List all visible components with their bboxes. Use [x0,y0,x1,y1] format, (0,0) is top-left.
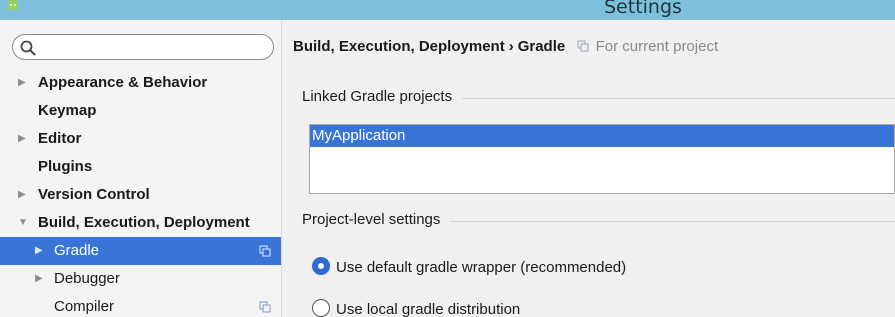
settings-content-panel: Build, Execution, Deployment › Gradle For … [283,20,895,317]
settings-sidebar: ▶ Appearance & Behavior Keymap ▶ Editor … [0,20,282,317]
linked-projects-list[interactable]: MyApplication [309,124,895,194]
expand-arrow-icon[interactable]: ▶ [35,265,43,293]
sidebar-item-label: Gradle [54,242,100,259]
expand-arrow-icon[interactable]: ▶ [18,69,26,97]
scope-label: For current project [595,38,719,55]
default-wrapper-radio[interactable] [312,257,330,275]
sidebar-item-label: Version Control [38,186,150,203]
project-scope-icon [259,301,271,313]
sidebar-item-plugins[interactable]: Plugins [0,153,281,181]
local-distribution-label[interactable]: Use local gradle distribution [336,301,520,317]
local-distribution-radio[interactable] [312,299,330,317]
sidebar-item-label: Plugins [38,158,93,175]
default-wrapper-option[interactable]: Use default gradle wrapper (recommended) [312,257,626,276]
sidebar-item-build-execution-deployment[interactable]: ▼ Build, Execution, Deployment [0,209,281,237]
sidebar-item-label: Debugger [54,270,120,287]
sidebar-item-appearance-behavior[interactable]: ▶ Appearance & Behavior [0,69,281,97]
sidebar-item-label: Editor [38,130,82,147]
sidebar-item-version-control[interactable]: ▶ Version Control [0,181,281,209]
window-title: Settings [604,0,682,18]
title-bar: Settings [0,0,895,20]
sidebar-item-compiler[interactable]: Compiler [0,293,281,317]
android-icon [8,0,18,10]
project-scope-icon [577,40,589,52]
expand-arrow-icon[interactable]: ▶ [18,125,26,153]
breadcrumb-current: Gradle [517,38,566,55]
local-distribution-option[interactable]: Use local gradle distribution [312,299,520,317]
project-scope-icon [259,245,271,257]
search-input[interactable] [12,34,274,60]
sidebar-item-label: Build, Execution, Deployment [38,214,250,231]
expand-arrow-icon[interactable]: ▶ [18,181,26,209]
sidebar-item-gradle[interactable]: ▶ Gradle [0,237,281,265]
sidebar-item-label: Compiler [54,298,115,315]
list-item[interactable]: MyApplication [310,125,894,147]
breadcrumb: Build, Execution, Deployment › Gradle For … [293,38,718,55]
expand-arrow-icon[interactable]: ▶ [35,237,43,265]
collapse-arrow-icon[interactable]: ▼ [18,209,28,237]
linked-projects-legend: Linked Gradle projects [302,88,463,105]
sidebar-item-keymap[interactable]: Keymap [0,97,281,125]
sidebar-item-label: Keymap [38,102,97,119]
breadcrumb-separator: › [508,38,514,55]
sidebar-item-debugger[interactable]: ▶ Debugger [0,265,281,293]
sidebar-item-label: Appearance & Behavior [38,74,208,91]
breadcrumb-parent: Build, Execution, Deployment [293,38,505,55]
default-wrapper-label[interactable]: Use default gradle wrapper (recommended) [336,259,626,276]
sidebar-item-editor[interactable]: ▶ Editor [0,125,281,153]
project-settings-legend: Project-level settings [302,211,451,228]
search-icon [20,40,36,56]
